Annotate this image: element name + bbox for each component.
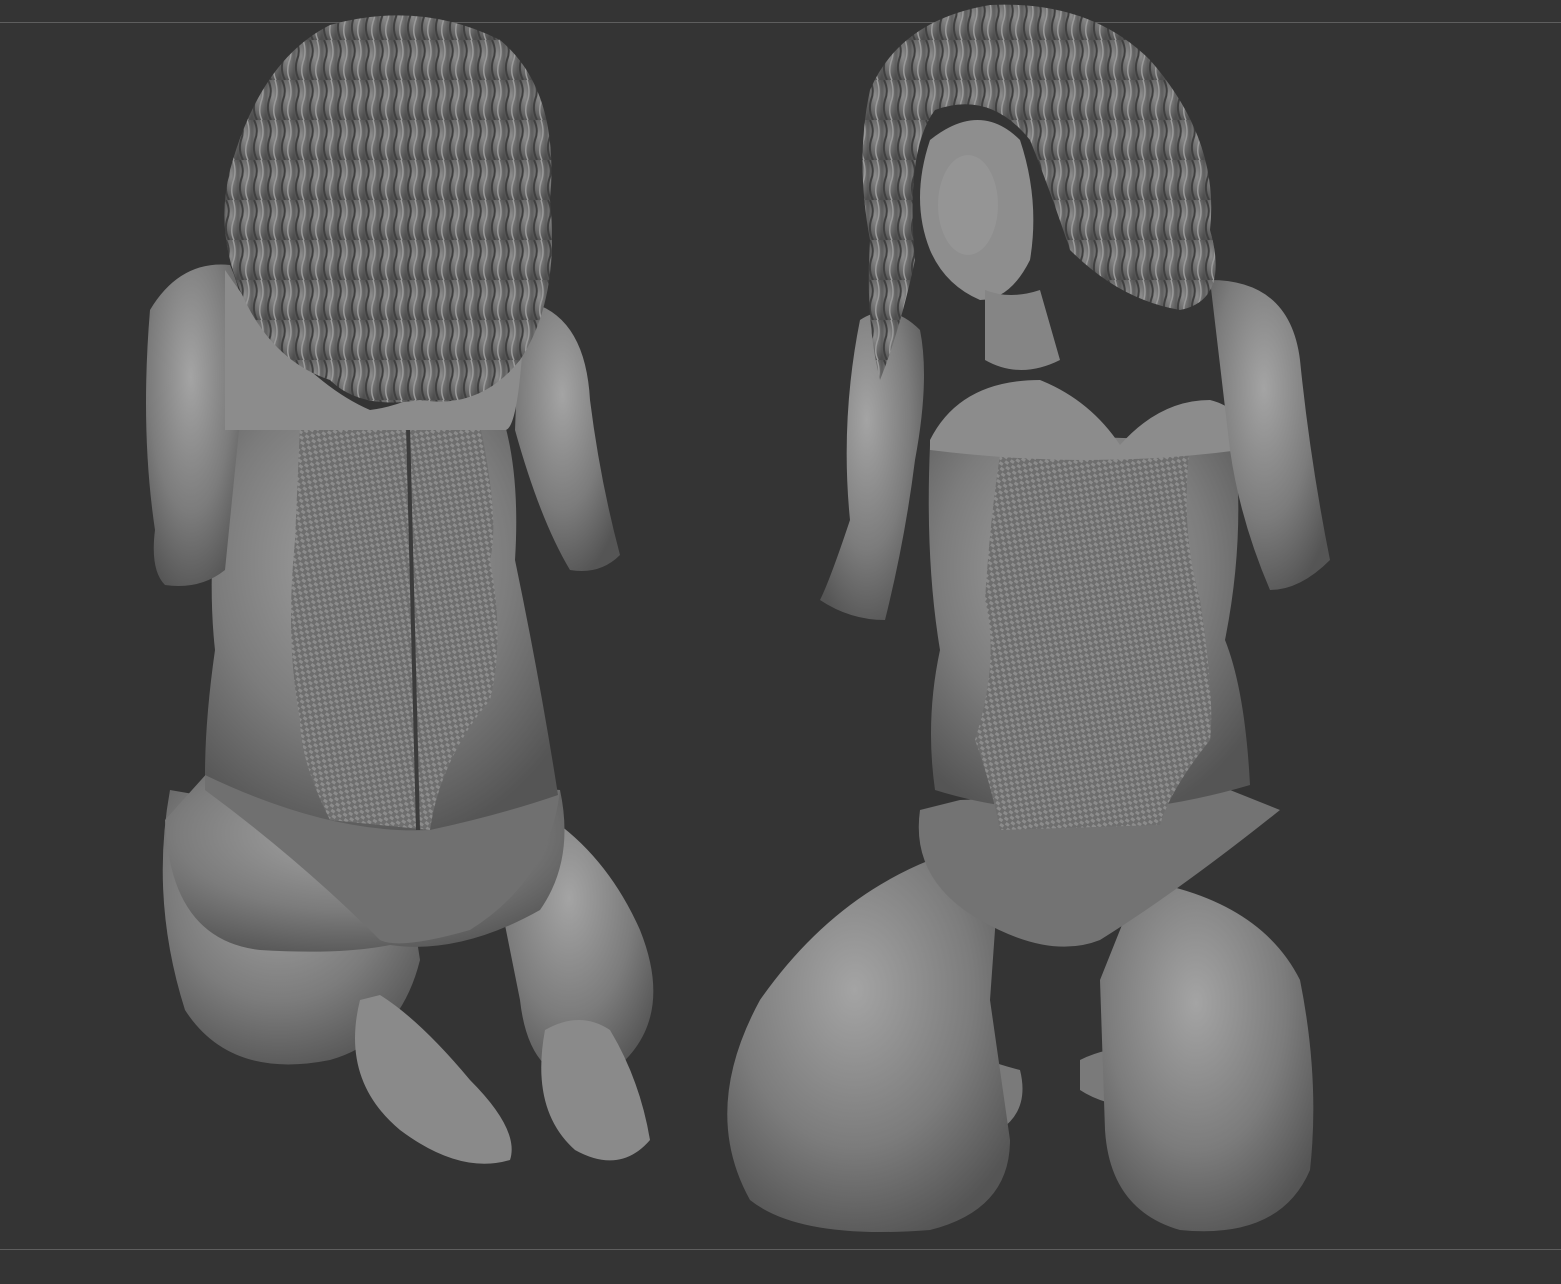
sculpt-render-canvas (146, 4, 1330, 1232)
back-view-figure-icon (146, 15, 654, 1164)
front-view-figure-icon (727, 4, 1330, 1232)
sculpt-viewport[interactable] (0, 0, 1561, 1284)
